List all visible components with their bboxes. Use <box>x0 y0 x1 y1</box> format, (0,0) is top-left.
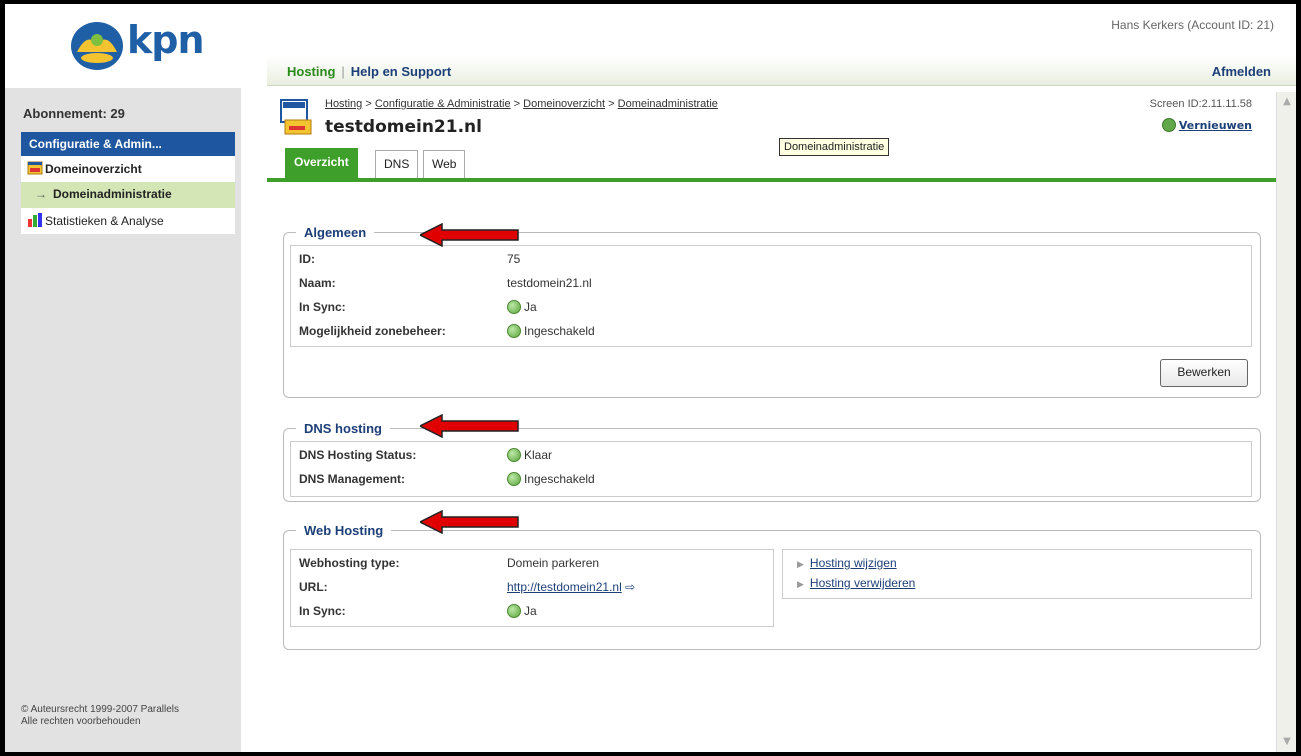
external-link-icon[interactable]: ⇨ <box>625 580 635 594</box>
action-remove-hosting[interactable]: ▶ Hosting verwijderen <box>797 576 915 590</box>
tab-bar: Overzicht DNS Web <box>267 146 1276 182</box>
status-text: Ja <box>524 604 537 618</box>
sidebar-item-statistieken[interactable]: Statistieken & Analyse <box>21 208 235 234</box>
logout-link[interactable]: Afmelden <box>1212 64 1271 79</box>
breadcrumb-config[interactable]: Configuratie & Administratie <box>375 98 511 110</box>
status-text: Ingeschakeld <box>524 472 595 486</box>
sidebar-section-config[interactable]: Configuratie & Admin... <box>21 132 235 156</box>
nav-help-link[interactable]: Help en Support <box>351 64 451 79</box>
breadcrumb-separator: > <box>365 98 372 110</box>
scroll-up-icon[interactable]: ▲ <box>1279 94 1295 110</box>
field-label: In Sync: <box>299 300 346 314</box>
status-text: Ja <box>524 300 537 314</box>
field-value: Ja <box>507 604 537 618</box>
site-url-link[interactable]: http://testdomein21.nl <box>507 580 622 594</box>
sidebar: Abonnement: 29 Configuratie & Admin... D… <box>5 88 241 752</box>
status-ok-icon <box>507 604 521 618</box>
web-hosting-fieldset: Web Hosting Webhosting type: Domein park… <box>283 523 1261 650</box>
main-content: Hosting > Configuratie & Administratie >… <box>267 88 1296 752</box>
status-text: Ingeschakeld <box>524 324 595 338</box>
status-ok-icon <box>507 324 521 338</box>
field-label: DNS Hosting Status: <box>299 448 417 462</box>
web-hosting-legend: Web Hosting <box>296 523 392 538</box>
annotation-arrow-icon <box>420 510 519 534</box>
nav-hosting-link[interactable]: Hosting <box>287 64 335 79</box>
field-label: ID: <box>299 252 315 266</box>
web-hosting-actions: ▶ Hosting wijzigen ▶ Hosting verwijderen <box>782 549 1252 599</box>
top-navigation: Hosting | Help en Support Afmelden <box>267 56 1296 86</box>
refresh-icon <box>1161 118 1176 132</box>
field-label: Webhosting type: <box>299 556 400 570</box>
action-link[interactable]: Hosting verwijderen <box>810 576 915 590</box>
breadcrumb-separator: > <box>513 98 521 110</box>
general-details: ID: 75 Naam: testdomein21.nl In Sync: Ja… <box>290 245 1252 347</box>
tab-dns[interactable]: DNS <box>375 150 419 178</box>
scroll-down-icon[interactable]: ▼ <box>1279 734 1295 750</box>
sidebar-item-domeinadministratie[interactable]: → Domeinadministratie <box>21 182 235 208</box>
breadcrumb-domeinoverzicht[interactable]: Domeinoverzicht <box>523 98 605 110</box>
breadcrumb: Hosting > Configuratie & Administratie >… <box>325 98 718 110</box>
arrow-icon: → <box>35 187 47 201</box>
dns-legend: DNS hosting <box>296 421 390 436</box>
field-value: http://testdomein21.nl ⇨ <box>507 580 635 594</box>
triangle-right-icon: ▶ <box>797 559 804 569</box>
vertical-scrollbar[interactable]: ▲ ▼ <box>1276 92 1296 752</box>
field-value: Ingeschakeld <box>507 324 595 338</box>
chart-icon <box>28 213 42 227</box>
general-legend: Algemeen <box>296 225 375 240</box>
nav-separator: | <box>341 64 345 79</box>
status-ok-icon <box>507 472 521 486</box>
domain-admin-icon <box>280 99 312 135</box>
action-change-hosting[interactable]: ▶ Hosting wijzigen <box>797 556 897 570</box>
status-ok-icon <box>507 448 521 462</box>
logo-text: kpn <box>127 18 205 62</box>
field-label: In Sync: <box>299 604 346 618</box>
edit-button[interactable]: Bewerken <box>1160 359 1248 387</box>
sidebar-item-label: Domeinoverzicht <box>45 162 142 176</box>
tab-web[interactable]: Web <box>423 150 466 178</box>
breadcrumb-separator: > <box>608 98 615 110</box>
sidebar-item-label: Statistieken & Analyse <box>45 214 164 228</box>
general-fieldset: Algemeen ID: 75 Naam: testdomein21.nl In… <box>283 225 1261 398</box>
field-label: URL: <box>299 580 328 594</box>
sidebar-item-label: Domeinadministratie <box>53 187 172 201</box>
field-value: testdomein21.nl <box>507 276 592 290</box>
screen-id: Screen ID:2.11.11.58 <box>1149 98 1252 110</box>
refresh-label: Vernieuwen <box>1178 119 1252 132</box>
user-account-info: Hans Kerkers (Account ID: 21) <box>1111 18 1274 32</box>
rights-line: Alle rechten voorbehouden <box>21 716 141 727</box>
kpn-logo[interactable]: kpn <box>67 18 217 74</box>
page-title: testdomein21.nl <box>325 117 482 137</box>
dns-fieldset: DNS hosting DNS Hosting Status: Klaar DN… <box>283 421 1261 502</box>
browser-window: kpn Hans Kerkers (Account ID: 21) Hostin… <box>5 4 1296 752</box>
header: kpn Hans Kerkers (Account ID: 21) Hostin… <box>5 4 1296 88</box>
field-label: Mogelijkheid zonebeheer: <box>299 324 446 338</box>
field-label: DNS Management: <box>299 472 406 486</box>
breadcrumb-domeinadministratie[interactable]: Domeinadministratie <box>618 98 718 110</box>
field-value: 75 <box>507 252 521 266</box>
kpn-crown-icon <box>71 22 123 70</box>
tab-overzicht[interactable]: Overzicht <box>285 148 358 178</box>
field-value: Ja <box>507 300 537 314</box>
refresh-link[interactable]: Vernieuwen <box>1161 118 1252 132</box>
subscription-label: Abonnement: 29 <box>23 106 125 121</box>
field-value: Ingeschakeld <box>507 472 595 486</box>
annotation-arrow-icon <box>420 223 519 247</box>
dns-details: DNS Hosting Status: Klaar DNS Management… <box>290 441 1252 497</box>
sidebar-item-domeinoverzicht[interactable]: Domeinoverzicht <box>21 156 235 182</box>
domain-icon <box>27 161 43 175</box>
action-link[interactable]: Hosting wijzigen <box>810 556 897 570</box>
annotation-arrow-icon <box>420 414 519 438</box>
status-ok-icon <box>507 300 521 314</box>
field-label: Naam: <box>299 276 336 290</box>
triangle-right-icon: ▶ <box>797 579 804 589</box>
copyright-line: © Auteursrecht 1999-2007 Parallels <box>21 704 180 715</box>
field-value: Domein parkeren <box>507 556 600 570</box>
field-value: Klaar <box>507 448 552 462</box>
breadcrumb-hosting[interactable]: Hosting <box>325 98 362 110</box>
copyright-notice: © Auteursrecht 1999-2007 Parallels Alle … <box>21 704 179 728</box>
web-hosting-details: Webhosting type: Domein parkeren URL: ht… <box>290 549 774 627</box>
status-text: Klaar <box>524 448 553 462</box>
